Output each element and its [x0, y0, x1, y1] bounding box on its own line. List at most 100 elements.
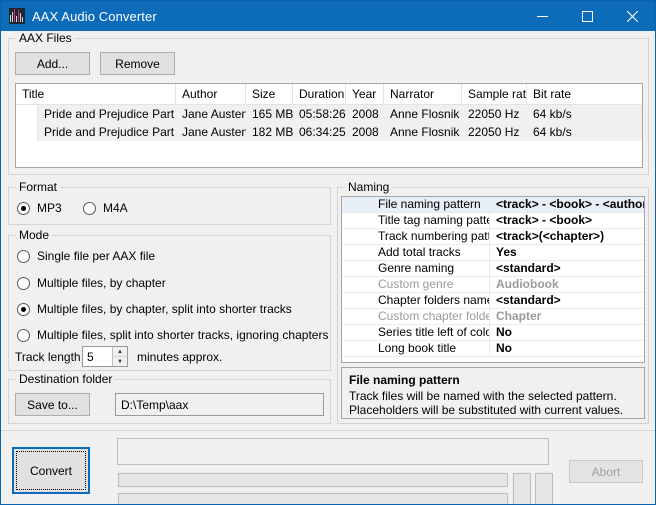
table-row[interactable]: Pride and Prejudice Part 2 Jane Austen 1…	[16, 123, 642, 141]
cell-author: Jane Austen	[176, 105, 246, 123]
remove-button[interactable]: Remove	[100, 52, 175, 75]
naming-row-value[interactable]: <track> - <book> - <author>	[490, 197, 644, 212]
save-to-button[interactable]: Save to...	[15, 393, 90, 416]
radio-indicator-m4a	[83, 202, 96, 215]
naming-row-value: Audiobook	[490, 277, 644, 292]
naming-row-label: Custom genre	[342, 277, 490, 292]
title-bar: AAX Audio Converter	[1, 1, 655, 31]
naming-help-box: File naming pattern Track files will be …	[341, 367, 645, 419]
cell-bit-rate: 64 kb/s	[527, 123, 642, 141]
status-text	[118, 439, 548, 447]
listview-header: Title Author Size Duration Year Narrator…	[16, 84, 642, 105]
radio-format-m4a[interactable]: M4A	[83, 201, 128, 215]
radio-label-by-chapter: Multiple files, by chapter	[37, 276, 166, 290]
stepper-down-icon[interactable]: ▼	[113, 357, 127, 366]
radio-format-mp3[interactable]: MP3	[17, 201, 62, 215]
track-length-arrows[interactable]: ▲ ▼	[112, 347, 127, 366]
radio-indicator-by-chapter-split	[17, 303, 30, 316]
naming-row-file-naming-pattern[interactable]: File naming pattern <track> - <book> - <…	[342, 197, 644, 213]
stepper-up-icon[interactable]: ▲	[113, 347, 127, 357]
cell-size: 165 MB	[246, 105, 293, 123]
column-header-size[interactable]: Size	[246, 84, 293, 104]
status-textbox	[117, 438, 549, 465]
destination-path-input[interactable]: D:\Temp\aax	[115, 393, 324, 416]
app-window: AAX Audio Converter AAX Files Add... Rem…	[0, 0, 656, 505]
naming-row-custom-chapter-folder: Custom chapter folder Chapter	[342, 309, 644, 325]
radio-label-split-ignore-chapters: Multiple files, split into shorter track…	[37, 328, 328, 342]
naming-row-value[interactable]: No	[490, 341, 644, 356]
naming-legend: Naming	[345, 181, 392, 193]
progress-bar-main	[118, 473, 508, 487]
radio-mode-by-chapter-split[interactable]: Multiple files, by chapter, split into s…	[17, 302, 292, 316]
aax-files-listview[interactable]: Title Author Size Duration Year Narrator…	[15, 83, 643, 168]
track-length-stepper[interactable]: 5 ▲ ▼	[82, 346, 128, 367]
naming-row-value[interactable]: No	[490, 325, 644, 340]
convert-button-label: Convert	[30, 464, 72, 478]
track-length-value[interactable]: 5	[83, 347, 112, 366]
naming-row-label: Track numbering pattern	[342, 229, 490, 244]
naming-row-value: Chapter	[490, 309, 644, 324]
footer-divider	[1, 430, 655, 431]
cell-size: 182 MB	[246, 123, 293, 141]
radio-mode-by-chapter[interactable]: Multiple files, by chapter	[17, 276, 166, 290]
naming-help-title: File naming pattern	[349, 373, 637, 387]
close-icon[interactable]	[610, 1, 655, 31]
naming-row-label: Title tag naming pattern	[342, 213, 490, 228]
window-title: AAX Audio Converter	[32, 9, 157, 24]
naming-row-genre-naming[interactable]: Genre naming <standard>	[342, 261, 644, 277]
naming-row-value[interactable]: <track> - <book>	[490, 213, 644, 228]
convert-button[interactable]: Convert	[12, 447, 90, 494]
cell-bit-rate: 64 kb/s	[527, 105, 642, 123]
column-header-duration[interactable]: Duration	[293, 84, 346, 104]
naming-row-track-numbering-pattern[interactable]: Track numbering pattern <track>(<chapter…	[342, 229, 644, 245]
naming-row-value[interactable]: <standard>	[490, 261, 644, 276]
radio-label-m4a: M4A	[103, 201, 128, 215]
naming-property-grid[interactable]: File naming pattern <track> - <book> - <…	[341, 196, 645, 363]
progress-indicator-2	[535, 473, 553, 505]
cell-title: Pride and Prejudice Part 2	[38, 123, 176, 141]
naming-row-title-tag-naming-pattern[interactable]: Title tag naming pattern <track> - <book…	[342, 213, 644, 229]
destination-path-value: D:\Temp\aax	[121, 398, 188, 412]
column-header-bit-rate[interactable]: Bit rate	[527, 84, 642, 104]
mode-legend: Mode	[16, 229, 52, 241]
naming-row-value[interactable]: <track>(<chapter>)	[490, 229, 644, 244]
cell-narrator: Anne Flosnik	[384, 105, 462, 123]
naming-row-value[interactable]: <standard>	[490, 293, 644, 308]
column-header-year[interactable]: Year	[346, 84, 384, 104]
cell-duration: 05:58:26	[293, 105, 346, 123]
radio-label-single-file: Single file per AAX file	[37, 249, 155, 263]
radio-mode-split-ignore-chapters[interactable]: Multiple files, split into shorter track…	[17, 328, 328, 342]
column-header-sample-rate[interactable]: Sample rate	[462, 84, 527, 104]
naming-row-long-book-title[interactable]: Long book title No	[342, 341, 644, 357]
maximize-icon[interactable]	[565, 1, 610, 31]
naming-row-label: Chapter folders name prefi	[342, 293, 490, 308]
column-header-author[interactable]: Author	[176, 84, 246, 104]
column-header-narrator[interactable]: Narrator	[384, 84, 462, 104]
naming-row-value[interactable]: Yes	[490, 245, 644, 260]
progress-indicator-1	[513, 473, 531, 505]
listview-gutter	[16, 105, 38, 141]
naming-row-label: Series title left of colon	[342, 325, 490, 340]
radio-label-by-chapter-split: Multiple files, by chapter, split into s…	[37, 302, 292, 316]
track-length-label: Track length	[15, 350, 81, 364]
naming-row-label: Genre naming	[342, 261, 490, 276]
naming-row-custom-genre: Custom genre Audiobook	[342, 277, 644, 293]
save-to-button-label: Save to...	[27, 398, 78, 412]
cell-year: 2008	[346, 105, 384, 123]
track-length-suffix: minutes approx.	[137, 350, 222, 364]
column-header-title[interactable]: Title	[16, 84, 176, 104]
destination-legend: Destination folder	[16, 373, 115, 385]
radio-mode-single-file[interactable]: Single file per AAX file	[17, 249, 155, 263]
naming-help-line-2: Placeholders will be substituted with cu…	[349, 403, 637, 417]
naming-row-chapter-folders-name-prefix[interactable]: Chapter folders name prefi <standard>	[342, 293, 644, 309]
naming-row-label: Add total tracks	[342, 245, 490, 260]
progress-bar-secondary	[118, 493, 508, 505]
cell-duration: 06:34:25	[293, 123, 346, 141]
cell-sample-rate: 22050 Hz	[462, 105, 527, 123]
add-button[interactable]: Add...	[15, 52, 90, 75]
naming-row-series-title-left-of-colon[interactable]: Series title left of colon No	[342, 325, 644, 341]
naming-row-add-total-tracks[interactable]: Add total tracks Yes	[342, 245, 644, 261]
abort-button[interactable]: Abort	[569, 460, 643, 483]
table-row[interactable]: Pride and Prejudice Part 1 Jane Austen 1…	[16, 105, 642, 123]
minimize-icon[interactable]	[520, 1, 565, 31]
